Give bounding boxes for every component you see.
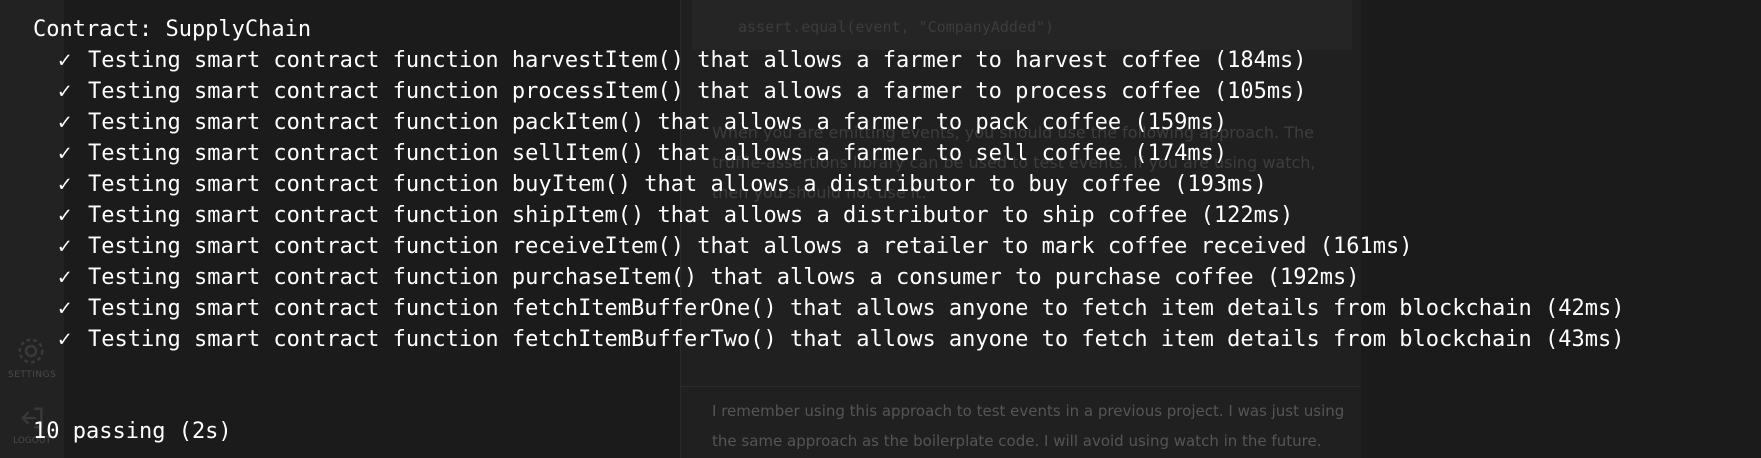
check-icon: ✓ bbox=[58, 327, 72, 352]
test-result-row: ✓ Testing smart contract function buyItem… bbox=[58, 169, 1624, 200]
test-result-text: Testing smart contract function fetchIte… bbox=[88, 327, 1625, 352]
test-result-text: Testing smart contract function harvestI… bbox=[88, 48, 1307, 73]
check-icon: ✓ bbox=[58, 172, 72, 197]
test-result-row: ✓ Testing smart contract function packIte… bbox=[58, 107, 1624, 138]
test-result-row: ✓ Testing smart contract function harvest… bbox=[58, 45, 1624, 76]
check-icon: ✓ bbox=[58, 141, 72, 166]
test-result-row: ✓ Testing smart contract function purchas… bbox=[58, 262, 1624, 293]
check-icon: ✓ bbox=[58, 203, 72, 228]
test-result-text: Testing smart contract function fetchIte… bbox=[88, 296, 1625, 321]
test-result-text: Testing smart contract function processI… bbox=[88, 79, 1307, 104]
test-result-text: Testing smart contract function sellItem… bbox=[88, 141, 1228, 166]
test-result-text: Testing smart contract function shipItem… bbox=[88, 203, 1294, 228]
test-result-row: ✓ Testing smart contract function shipIte… bbox=[58, 200, 1624, 231]
test-result-text: Testing smart contract function purchase… bbox=[88, 265, 1360, 290]
check-icon: ✓ bbox=[58, 265, 72, 290]
check-icon: ✓ bbox=[58, 296, 72, 321]
test-result-row: ✓ Testing smart contract function fetchIt… bbox=[58, 324, 1624, 355]
terminal-output: Contract: SupplyChain ✓ Testing smart con… bbox=[0, 0, 1761, 458]
check-icon: ✓ bbox=[58, 110, 72, 135]
test-list: ✓ Testing smart contract function harvest… bbox=[58, 45, 1624, 355]
test-result-text: Testing smart contract function packItem… bbox=[88, 110, 1228, 135]
test-result-row: ✓ Testing smart contract function fetchIt… bbox=[58, 293, 1624, 324]
check-icon: ✓ bbox=[58, 234, 72, 259]
test-result-row: ✓ Testing smart contract function process… bbox=[58, 76, 1624, 107]
check-icon: ✓ bbox=[58, 79, 72, 104]
passing-summary: 10 passing (2s) bbox=[33, 419, 232, 444]
contract-title: Contract: SupplyChain bbox=[33, 17, 312, 42]
test-result-text: Testing smart contract function buyItem(… bbox=[88, 172, 1267, 197]
test-result-row: ✓ Testing smart contract function receive… bbox=[58, 231, 1624, 262]
test-result-text: Testing smart contract function receiveI… bbox=[88, 234, 1413, 259]
check-icon: ✓ bbox=[58, 48, 72, 73]
test-result-row: ✓ Testing smart contract function sellIte… bbox=[58, 138, 1624, 169]
